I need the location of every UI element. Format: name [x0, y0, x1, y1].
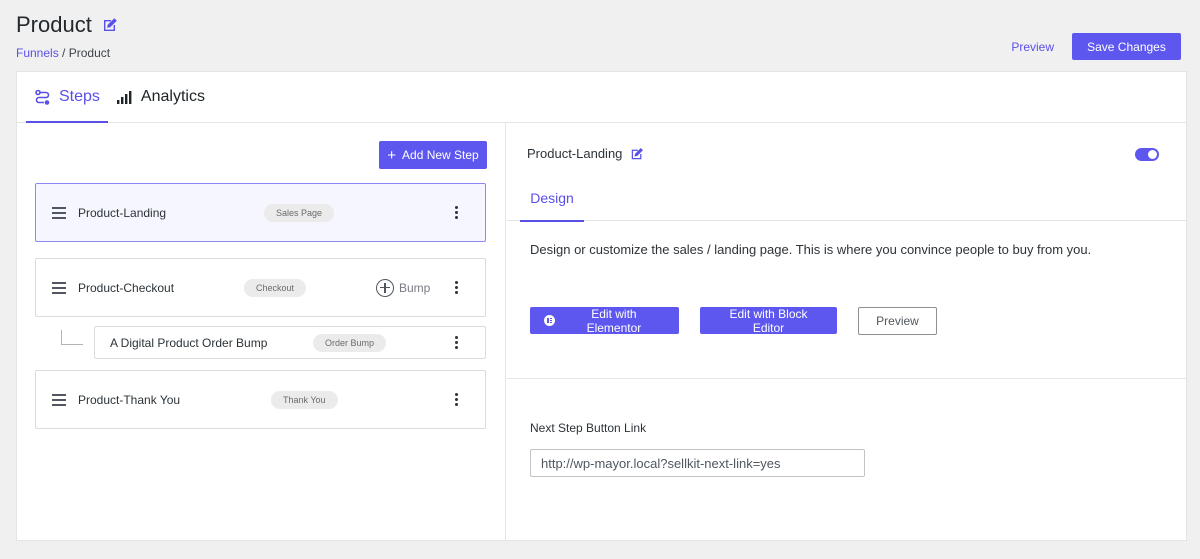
bar-chart-icon — [116, 90, 132, 104]
next-step-link-input[interactable] — [530, 449, 865, 477]
preview-step-button[interactable]: Preview — [858, 307, 937, 335]
step-product-landing[interactable]: Product-Landing Sales Page — [35, 183, 486, 242]
step-product-checkout[interactable]: Product-Checkout Checkout Bump — [35, 258, 486, 317]
step-name: A Digital Product Order Bump — [110, 335, 268, 350]
main-tabs: Steps Analytics — [17, 72, 1186, 123]
steps-flow-icon — [35, 89, 50, 105]
tab-analytics[interactable]: Analytics — [108, 72, 213, 122]
step-detail-name: Product-Landing — [527, 146, 623, 161]
step-enabled-toggle[interactable] — [1135, 148, 1159, 161]
add-new-step-button[interactable]: + Add New Step — [379, 141, 487, 169]
plus-icon: + — [387, 146, 397, 164]
add-bump-button[interactable]: Bump — [376, 278, 431, 297]
edit-step-name-icon[interactable] — [630, 147, 644, 161]
breadcrumb-funnels-link[interactable]: Funnels — [16, 46, 59, 60]
step-name: Product-Checkout — [78, 280, 175, 295]
section-divider — [507, 378, 1187, 379]
edit-with-elementor-label: Edit with Elementor — [586, 306, 642, 335]
edit-title-icon[interactable] — [102, 17, 118, 33]
step-name: Product-Thank You — [78, 392, 181, 407]
tab-steps[interactable]: Steps — [26, 72, 108, 123]
tab-analytics-label: Analytics — [140, 88, 205, 105]
step-type-badge: Sales Page — [264, 203, 335, 222]
toggle-knob — [1148, 150, 1157, 159]
step-type-badge: Thank You — [271, 390, 338, 409]
breadcrumb-current: Product — [68, 46, 111, 60]
step-description: Design or customize the sales / landing … — [530, 242, 1092, 257]
breadcrumb: Funnels / Product — [16, 46, 118, 60]
preview-link[interactable]: Preview — [1011, 40, 1054, 54]
child-connector — [61, 330, 83, 345]
step-menu-icon[interactable] — [455, 393, 459, 406]
detail-sub-tabs: Design — [507, 175, 1187, 222]
funnel-card: Steps Analytics + Add New Step Product-L… — [16, 71, 1187, 541]
drag-handle-icon[interactable] — [52, 393, 66, 406]
page-title: Product — [16, 12, 118, 38]
step-type-badge: Order Bump — [313, 333, 387, 352]
page-title-text: Product — [16, 12, 92, 37]
step-menu-icon[interactable] — [455, 281, 459, 294]
step-name: Product-Landing — [78, 205, 167, 220]
editor-buttons: Edit with Elementor Edit with Block Edit… — [530, 307, 937, 335]
steps-panel: + Add New Step Product-Landing Sales Pag… — [17, 123, 506, 541]
step-order-bump[interactable]: A Digital Product Order Bump Order Bump — [94, 326, 486, 359]
elementor-icon — [544, 315, 555, 326]
page-header: Product Funnels / Product — [16, 12, 118, 60]
tab-design[interactable]: Design — [520, 175, 584, 222]
add-circle-icon — [376, 278, 394, 297]
step-menu-icon[interactable] — [455, 336, 459, 349]
breadcrumb-separator: / — [62, 46, 66, 60]
step-detail-panel: Product-Landing Design Design or customi… — [507, 123, 1187, 541]
next-step-link-label: Next Step Button Link — [530, 421, 647, 435]
add-bump-label: Bump — [399, 280, 431, 295]
save-changes-button[interactable]: Save Changes — [1072, 33, 1181, 60]
step-detail-title: Product-Landing — [527, 146, 644, 161]
step-product-thank-you[interactable]: Product-Thank You Thank You — [35, 370, 486, 429]
drag-handle-icon[interactable] — [52, 281, 66, 294]
step-type-badge: Checkout — [244, 278, 307, 297]
tab-steps-label: Steps — [59, 88, 100, 105]
step-menu-icon[interactable] — [455, 206, 459, 219]
edit-with-elementor-button[interactable]: Edit with Elementor — [530, 306, 679, 335]
add-new-step-label: Add New Step — [402, 148, 479, 162]
drag-handle-icon[interactable] — [52, 206, 66, 219]
top-actions: Preview Save Changes — [1011, 33, 1181, 60]
edit-with-block-editor-button[interactable]: Edit with Block Editor — [700, 307, 837, 335]
